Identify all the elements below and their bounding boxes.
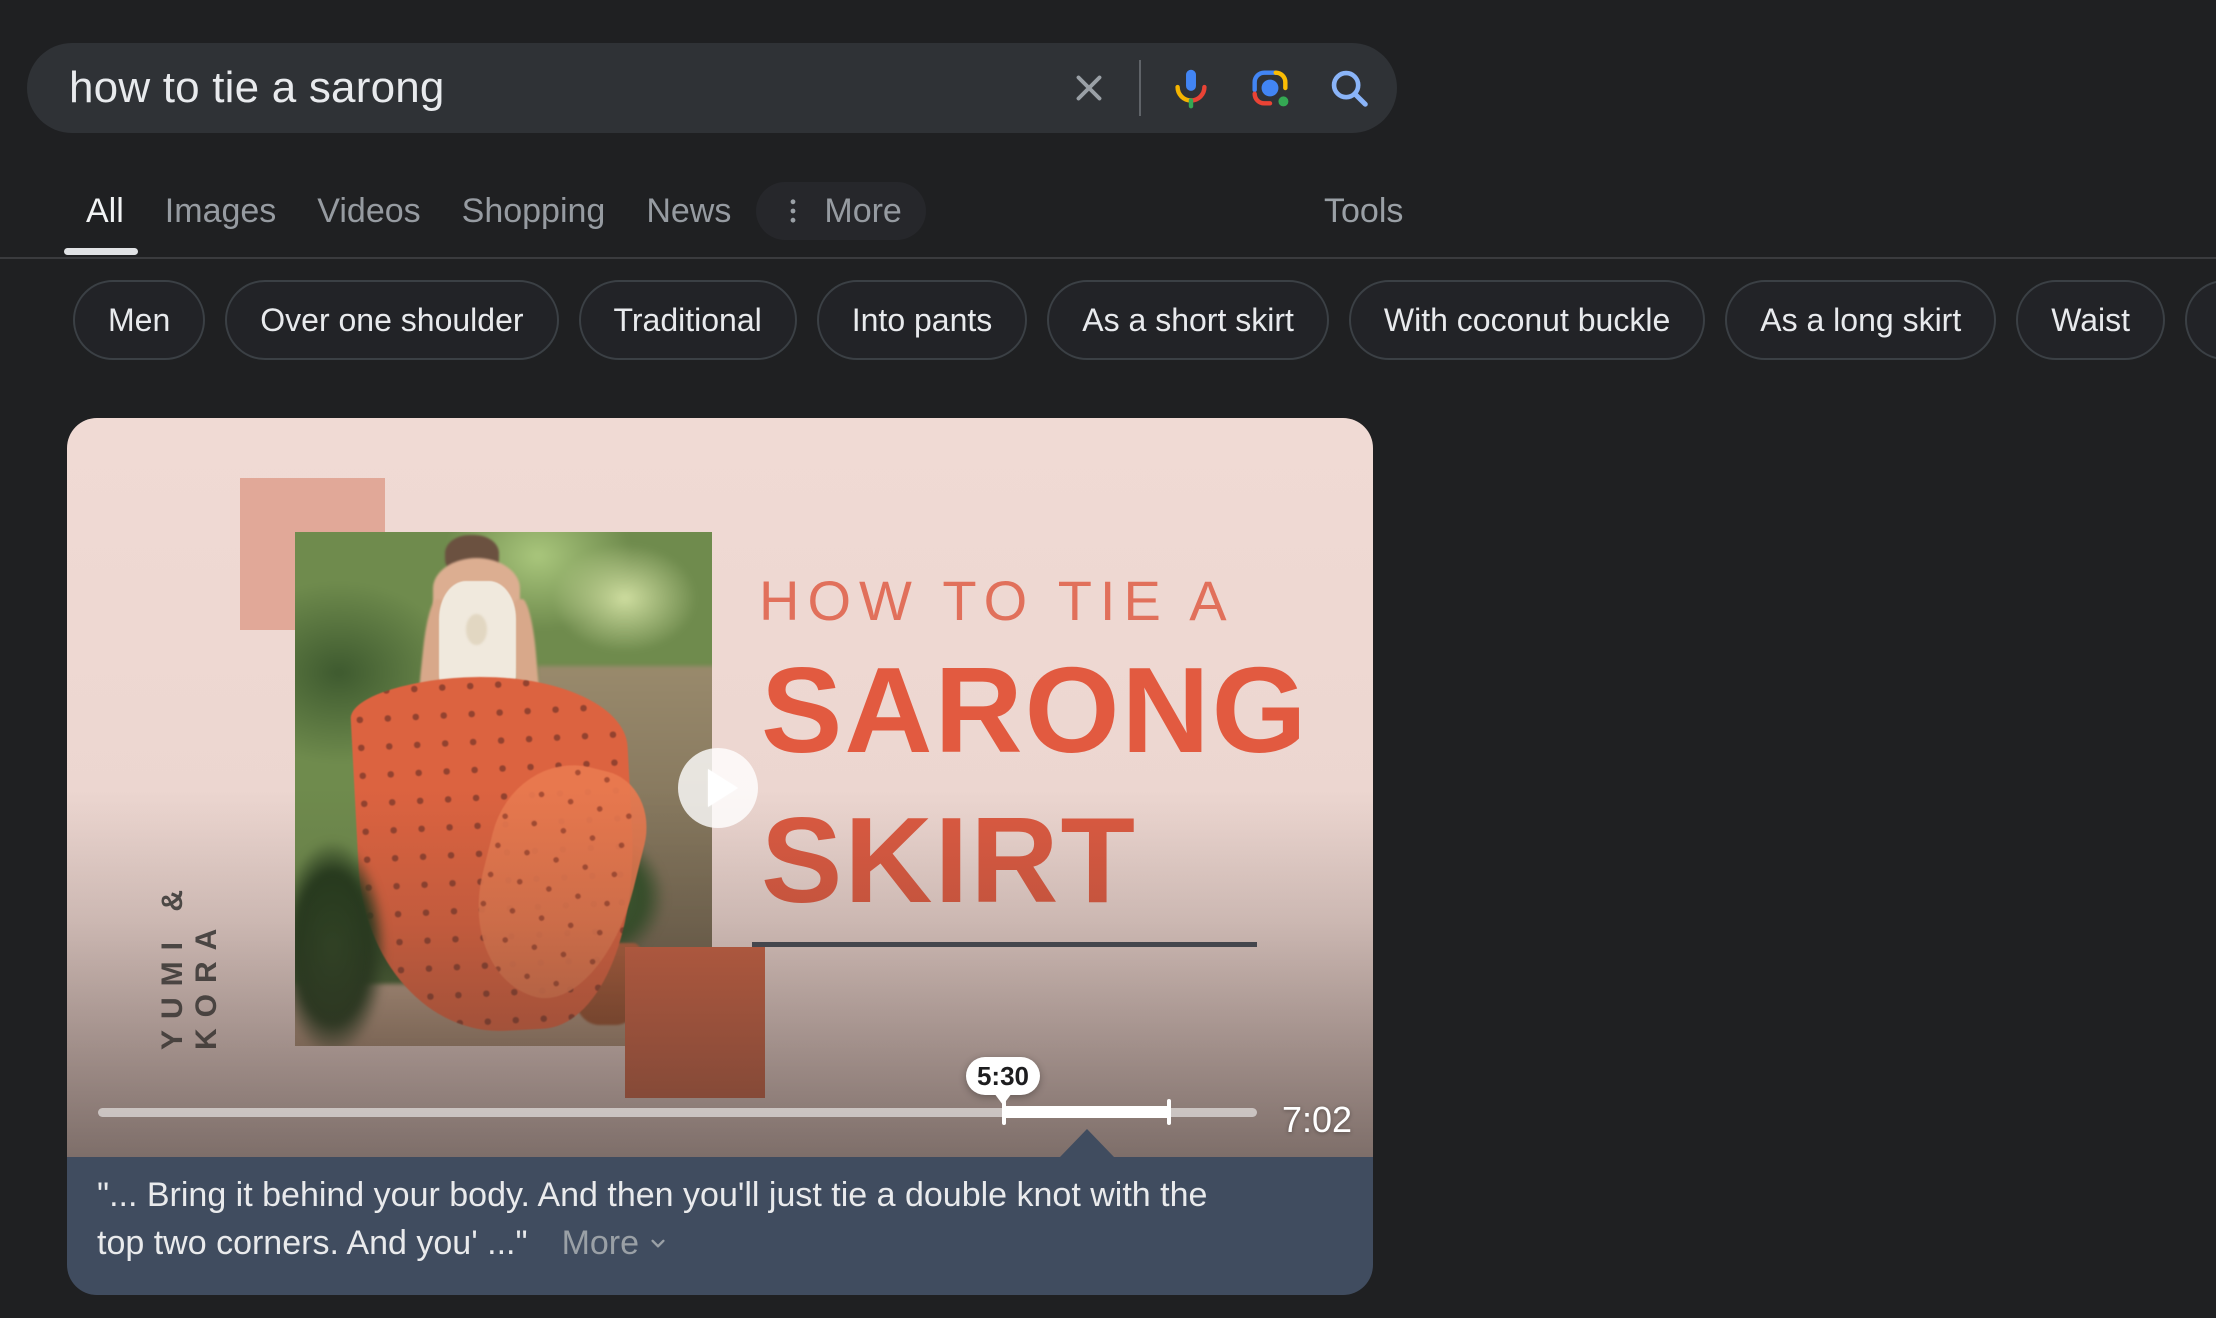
tab-shopping[interactable]: Shopping [462,192,606,231]
chip-with-coconut-buckle[interactable]: With coconut buckle [1349,280,1705,360]
tab-more[interactable]: More [756,182,925,240]
tab-more-label: More [824,192,901,231]
caption-line1: "... Bring it behind your body. And then… [97,1176,1207,1214]
chip-over-one-shoulder[interactable]: Over one shoulder [225,280,558,360]
tab-videos[interactable]: Videos [317,192,420,231]
tab-news[interactable]: News [646,192,731,231]
caption-more-button[interactable]: More [562,1224,671,1262]
search-input[interactable]: how to tie a sarong [69,63,1066,113]
video-result-card[interactable]: YUMI & KORA HOW TO TIE A SARONG SKIRT 5:… [67,418,1373,1295]
play-button[interactable] [678,748,758,828]
tabs-list: All Images Videos Shopping News More [86,178,926,244]
timestamp-bubble: 5:30 [966,1057,1040,1095]
caption-panel: "... Bring it behind your body. And then… [67,1157,1373,1295]
clear-search-button[interactable] [1066,65,1112,111]
video-progress-highlight-segment[interactable] [1004,1106,1169,1118]
video-thumbnail[interactable]: YUMI & KORA HOW TO TIE A SARONG SKIRT 5:… [67,418,1373,1157]
caption-line2: top two corners. And you' ..." [97,1224,528,1262]
play-icon [708,769,738,807]
tools-button[interactable]: Tools [1324,178,1403,244]
chip-into-pants[interactable]: Into pants [817,280,1028,360]
timestamp-bubble-pointer [994,1093,1012,1105]
chevron-down-icon [645,1230,671,1256]
caption-notch [1060,1129,1114,1157]
chip-waist[interactable]: Waist [2016,280,2165,360]
tab-all[interactable]: All [86,192,124,231]
close-icon [1068,67,1110,109]
search-icon [1326,65,1372,111]
voice-search-button[interactable] [1168,65,1214,111]
header-divider [0,257,2216,259]
google-lens-icon [1247,65,1293,111]
tab-images[interactable]: Images [165,192,277,231]
chip-men[interactable]: Men [73,280,205,360]
search-submit-button[interactable] [1326,65,1372,111]
more-vertical-dots-icon [776,194,810,228]
chip-as-a-long-skirt[interactable]: As a long skirt [1725,280,1996,360]
search-bar[interactable]: how to tie a sarong [27,43,1397,133]
chip-as-a-short-skirt[interactable]: As a short skirt [1047,280,1329,360]
segment-end-marker [1167,1099,1171,1125]
chip-traditional[interactable]: Traditional [579,280,797,360]
lens-search-button[interactable] [1247,65,1293,111]
caption-more-label: More [562,1224,639,1262]
google-search-results-page: how to tie a sarong [0,0,2216,1318]
searchbar-divider [1139,60,1141,116]
filter-chips-row: Men Over one shoulder Traditional Into p… [73,280,2216,360]
microphone-icon [1168,65,1214,111]
active-tab-underline [64,248,138,255]
results-nav: All Images Videos Shopping News More Too… [0,178,2216,244]
caption-text: "... Bring it behind your body. And then… [97,1171,1347,1267]
video-duration: 7:02 [1282,1099,1352,1141]
chip-as-a-top[interactable]: As a top [2185,280,2216,360]
